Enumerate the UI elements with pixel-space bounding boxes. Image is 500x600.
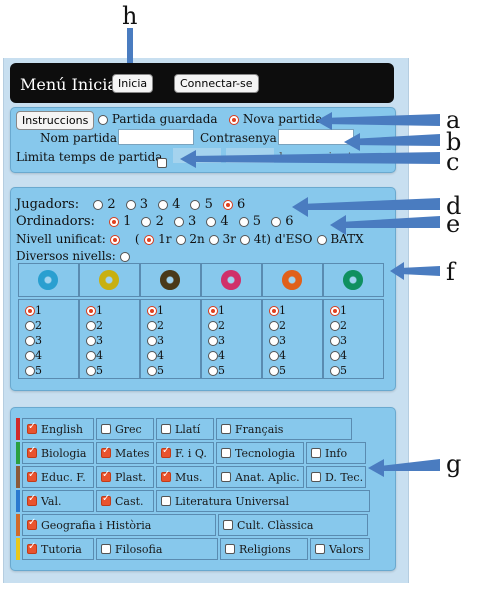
annotation-c: c <box>446 148 460 176</box>
annotation-e: e <box>446 210 461 238</box>
annotation-g: g <box>446 450 462 478</box>
annotation-f: f <box>446 258 455 286</box>
annotation-arrows <box>180 112 440 477</box>
